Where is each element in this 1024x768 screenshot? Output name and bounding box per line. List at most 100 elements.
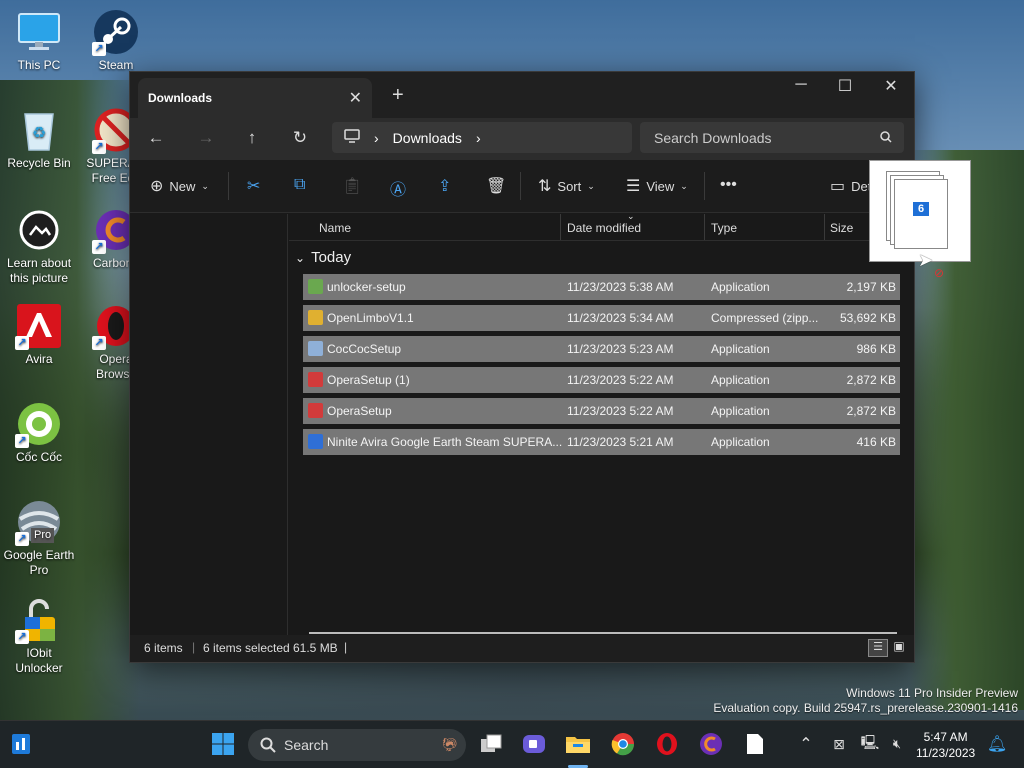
rename-button[interactable]: Ⓐ xyxy=(390,176,406,200)
search-input[interactable]: Search Downloads xyxy=(640,122,904,153)
forward-arrow-icon[interactable]: → xyxy=(192,128,220,148)
desktop-icon-recycle-bin[interactable]: ♻ Recycle Bin xyxy=(1,106,77,171)
chevron-right-icon[interactable]: › xyxy=(476,130,481,146)
table-row[interactable]: CocCocSetup 11/23/2023 5:23 AM Application… xyxy=(303,336,900,362)
details-view-icon[interactable]: ☰ xyxy=(868,639,888,657)
desktop-icon-label: This PC xyxy=(17,58,61,72)
sort-chevron-down-icon: ⌄ xyxy=(627,211,635,221)
no-drop-icon: ⊘ xyxy=(934,266,945,280)
chevron-up-icon[interactable]: ⌃ xyxy=(793,731,819,757)
table-row[interactable]: OperaSetup 11/23/2023 5:22 AM Application 2… xyxy=(303,398,900,424)
group-header-today[interactable]: ⌄ Today xyxy=(295,249,351,266)
table-row[interactable]: OperaSetup (1) 11/23/2023 5:22 AM Applicat… xyxy=(303,367,900,393)
status-divider: | xyxy=(344,640,348,654)
desktop-icon-coc-coc[interactable]: ↗ Cốc Cốc xyxy=(1,400,77,465)
column-divider[interactable] xyxy=(704,214,705,240)
desktop-icon-label: Avira xyxy=(25,352,53,366)
system-clock[interactable]: 5:47 AM 11/23/2023 xyxy=(916,729,975,761)
sort-button[interactable]: ⇅ Sort ⌄ xyxy=(538,176,595,196)
opera-taskbar-icon[interactable] xyxy=(654,731,680,757)
new-button[interactable]: ⊕ New ⌄ xyxy=(150,176,209,196)
more-options-button[interactable]: ••• xyxy=(720,176,737,194)
column-divider[interactable] xyxy=(560,214,561,240)
close-button[interactable]: ✕ xyxy=(868,76,914,96)
task-view-icon[interactable] xyxy=(478,731,504,757)
copy-button[interactable]: ⧉ xyxy=(294,176,305,194)
desktop-icon-google-earth[interactable]: ↗ Pro Google Earth Pro xyxy=(1,498,77,578)
cut-button[interactable]: ✂ xyxy=(247,176,260,196)
unlocker-padlock-icon: ↗ xyxy=(15,596,63,644)
chevron-down-icon: ⌄ xyxy=(201,180,209,191)
back-arrow-icon[interactable]: ← xyxy=(142,128,170,148)
shortcut-arrow-icon: ↗ xyxy=(15,336,29,350)
taskbar-search[interactable]: Search 🦃︎ xyxy=(248,729,466,761)
drag-item-count: 6 xyxy=(913,202,930,216)
display-off-icon[interactable]: ⊠ xyxy=(826,731,852,757)
desktop-icon-label: IObit Unlocker xyxy=(15,646,63,675)
watermark-line: Windows 11 Pro Insider Preview xyxy=(846,686,1018,700)
tiles-view-icon[interactable]: ▣ xyxy=(890,639,908,657)
file-explorer-taskbar-icon[interactable] xyxy=(565,731,591,757)
column-divider[interactable] xyxy=(824,214,825,240)
carbon-browser-taskbar-icon[interactable] xyxy=(698,731,724,757)
chrome-icon[interactable] xyxy=(610,731,636,757)
share-icon: ⇪ xyxy=(438,178,452,195)
table-row[interactable]: OpenLimboV1.1 11/23/2023 5:34 AM Compresse… xyxy=(303,305,900,331)
google-earth-icon: ↗ Pro xyxy=(15,498,63,546)
view-label: View xyxy=(646,178,675,194)
up-arrow-icon[interactable]: ↑ xyxy=(238,128,266,148)
volume-muted-icon[interactable]: 🔇︎ xyxy=(884,731,910,757)
desktop-icon-label: Google Earth Pro xyxy=(3,548,75,577)
chevron-down-icon: ⌄ xyxy=(680,180,688,191)
clock-date: 11/23/2023 xyxy=(916,746,976,760)
delete-button[interactable]: 🗑︎ xyxy=(486,176,506,196)
details-pane-button[interactable]: ▭ Det xyxy=(830,176,871,196)
recycle-bin-icon: ♻ xyxy=(15,106,63,154)
chevron-down-icon: ⌄ xyxy=(295,250,306,265)
desktop-icon-iobit-unlocker[interactable]: ↗ IObit Unlocker xyxy=(1,596,77,676)
view-button[interactable]: ☰ View ⌄ xyxy=(626,176,688,196)
file-name: OpenLimboV1.1 xyxy=(327,311,414,325)
tab-close-icon[interactable]: ✕ xyxy=(349,88,362,108)
file-explorer-window: Downloads ✕ + ─ ☐ ✕ ← → ↑ ↻ › Downloads … xyxy=(129,71,915,663)
column-header-name[interactable]: Name xyxy=(319,221,351,235)
file-rows: unlocker-setup 11/23/2023 5:38 AM Applicat… xyxy=(303,274,900,460)
new-tab-button[interactable]: + xyxy=(392,84,404,107)
network-icon[interactable]: 🖳︎ xyxy=(857,731,883,757)
column-header-type[interactable]: Type xyxy=(711,221,737,235)
table-row[interactable]: unlocker-setup 11/23/2023 5:38 AM Applicat… xyxy=(303,274,900,300)
maximize-button[interactable]: ☐ xyxy=(822,76,868,96)
notification-bell-icon[interactable]: 🔔︎ xyxy=(984,731,1010,757)
column-header-size[interactable]: Size xyxy=(830,221,853,235)
breadcrumb-downloads[interactable]: Downloads xyxy=(393,130,462,146)
tab-downloads[interactable]: Downloads ✕ xyxy=(138,78,372,118)
share-button[interactable]: ⇪ xyxy=(438,176,451,196)
copy-icon: ⧉ xyxy=(294,176,306,193)
minimize-button[interactable]: ─ xyxy=(778,76,824,94)
shortcut-arrow-icon: ↗ xyxy=(15,630,29,644)
desktop-icon-learn-about-picture[interactable]: Learn about this picture xyxy=(1,206,77,286)
column-header-row: Name Date modified ⌄ Type Size xyxy=(289,211,914,241)
desktop-icon-avira[interactable]: ↗ Avira xyxy=(1,302,77,367)
horizontal-scrollbar[interactable] xyxy=(309,632,897,634)
paste-button[interactable]: 📋︎ xyxy=(342,176,362,196)
table-row[interactable]: Ninite Avira Google Earth Steam SUPERA..… xyxy=(303,429,900,455)
details-pane-icon: ▭ xyxy=(830,178,846,195)
refresh-icon[interactable]: ↻ xyxy=(286,128,314,148)
navigation-pane[interactable] xyxy=(130,214,288,636)
sort-label: Sort xyxy=(557,178,582,194)
desktop-icon-steam[interactable]: ↗ Steam xyxy=(78,8,154,73)
address-bar[interactable]: › Downloads › xyxy=(332,122,632,153)
file-type-icon xyxy=(308,403,323,418)
document-icon[interactable] xyxy=(742,731,768,757)
desktop-icon-label: Learn about this picture xyxy=(6,256,72,285)
status-item-count: 6 items xyxy=(144,641,183,655)
clock-time: 5:47 AM xyxy=(923,730,968,744)
divider xyxy=(520,172,521,200)
widgets-icon[interactable] xyxy=(8,731,34,757)
desktop-icon-this-pc[interactable]: This PC xyxy=(1,8,77,73)
start-windows-icon[interactable] xyxy=(210,731,236,757)
teams-chat-icon[interactable] xyxy=(521,731,547,757)
file-size: 2,197 KB xyxy=(846,280,896,294)
column-header-date-modified[interactable]: Date modified xyxy=(567,221,641,235)
